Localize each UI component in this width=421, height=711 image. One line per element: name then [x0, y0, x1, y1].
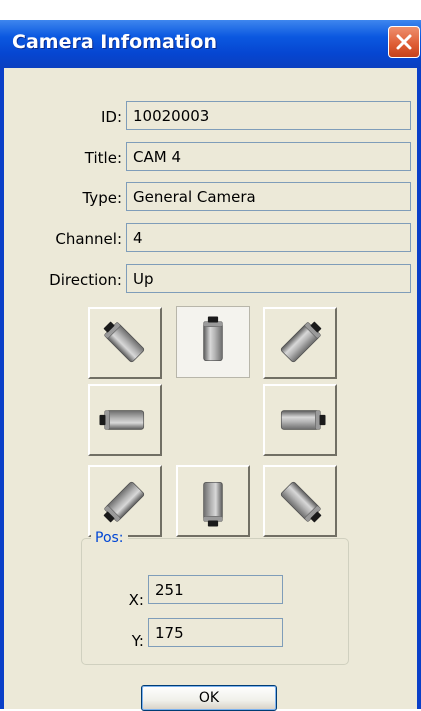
camera-info-window: Camera Infomation ID: 10020003 Title: CA… [0, 20, 421, 711]
window-title: Camera Infomation [12, 31, 217, 53]
id-field[interactable]: 10020003 [126, 101, 411, 130]
direction-label: Direction: [49, 271, 122, 289]
direction-up-left-button[interactable] [88, 307, 162, 379]
camera-icon [203, 316, 223, 362]
direction-up-right-button[interactable] [263, 307, 337, 379]
channel-field[interactable]: 4 [126, 223, 411, 252]
direction-down-right-button[interactable] [263, 465, 337, 537]
camera-icon [99, 480, 146, 527]
close-button[interactable] [388, 26, 420, 58]
channel-label: Channel: [55, 230, 122, 248]
close-icon [396, 34, 412, 50]
camera-icon [280, 410, 326, 430]
id-label: ID: [100, 108, 122, 126]
camera-icon [279, 317, 326, 364]
direction-up-button[interactable] [176, 306, 250, 378]
title-field[interactable]: CAM 4 [126, 142, 411, 171]
direction-left-button[interactable] [88, 384, 162, 456]
direction-field[interactable]: Up [126, 264, 411, 293]
direction-right-button[interactable] [263, 384, 337, 456]
type-label: Type: [82, 189, 122, 207]
y-label: Y: [131, 632, 144, 650]
direction-down-button[interactable] [176, 465, 250, 537]
direction-down-left-button[interactable] [88, 465, 162, 537]
camera-icon [279, 480, 326, 527]
title-label: Title: [84, 149, 122, 167]
x-field[interactable]: 251 [148, 575, 283, 604]
camera-icon [203, 481, 223, 527]
dialog-body: ID: 10020003 Title: CAM 4 Type: General … [4, 68, 417, 711]
title-bar[interactable]: Camera Infomation [0, 20, 421, 68]
camera-icon [99, 317, 146, 364]
ok-button[interactable]: OK [141, 685, 277, 711]
x-label: X: [128, 591, 144, 609]
camera-icon [99, 410, 145, 430]
pos-group-title: Pos: [91, 530, 128, 546]
type-field[interactable]: General Camera [126, 182, 411, 211]
y-field[interactable]: 175 [148, 618, 283, 647]
